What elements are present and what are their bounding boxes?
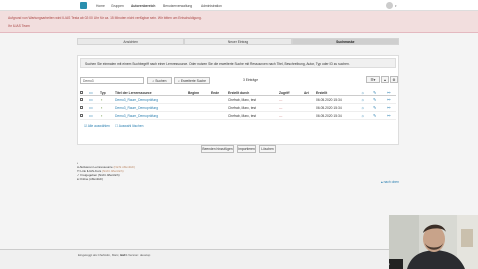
delete-button[interactable]: Löschen bbox=[259, 145, 276, 153]
created-by: Chefrab, Marc, test bbox=[228, 114, 257, 118]
table-row[interactable]: ▭ ▪ Demo3_Raum_Demopräfung Chefrab, Marc… bbox=[80, 104, 396, 112]
created-date: 06.05.2020 15:34 bbox=[316, 98, 342, 102]
select-all-checkbox[interactable] bbox=[80, 91, 83, 94]
footer-login-info: Eingeloggt als ChefAdm, Marc, test bbox=[78, 253, 126, 257]
back-to-top-label: nach oben bbox=[383, 180, 399, 184]
advanced-search-label: Erweiterte Suche bbox=[180, 79, 206, 83]
access: — bbox=[279, 114, 283, 118]
edit-icon[interactable]: ✎ bbox=[373, 105, 376, 110]
column-end[interactable]: Ende bbox=[211, 91, 219, 95]
lightbulb-icon[interactable]: ☼ bbox=[361, 105, 365, 110]
arrow-up-icon: ▴ bbox=[381, 180, 383, 184]
nav-groups[interactable]: Gruppen bbox=[111, 4, 124, 8]
checkbox-empty-icon: ☐ bbox=[115, 124, 118, 128]
legend-text: Online (öffentlich) bbox=[79, 177, 104, 181]
advanced-search-button[interactable]: ⌕ Erweiterte Suche bbox=[174, 77, 210, 84]
bookmark-icon[interactable]: ▭ bbox=[89, 113, 93, 118]
resource-type-icon: ▪ bbox=[101, 113, 103, 118]
link-icon[interactable]: ⚯ bbox=[387, 105, 390, 110]
footer-version: ILIAS Version: develop bbox=[120, 253, 151, 257]
svg-text:⚲: ⚲ bbox=[389, 262, 390, 267]
table-row[interactable]: ▭ ▪ Demo3_Raum_Demopräfung Chefrab, Marc… bbox=[80, 112, 396, 120]
bookmark-icon: ▭ bbox=[89, 90, 93, 95]
created-date: 06.05.2020 15:34 bbox=[316, 106, 342, 110]
add-button[interactable]: Beenden hinzufügen bbox=[201, 145, 234, 153]
created-by: Chefrab, Marc, test bbox=[228, 98, 257, 102]
row-checkbox[interactable] bbox=[80, 98, 83, 101]
search-input[interactable]: Demo3 bbox=[80, 77, 144, 84]
edit-icon[interactable]: ✎ bbox=[373, 97, 376, 102]
column-access[interactable]: Zugriff bbox=[279, 91, 289, 95]
deselect-all-label: Auswahl löschen bbox=[118, 124, 144, 128]
legend-item: ● Online (öffentlich) bbox=[77, 177, 103, 181]
nav-home[interactable]: Home bbox=[96, 4, 105, 8]
row-checkbox[interactable] bbox=[80, 106, 83, 109]
column-created-by[interactable]: Erstellt durch bbox=[228, 91, 249, 95]
presenter-image: ⚲ bbox=[389, 215, 478, 269]
edit-icon[interactable]: ✎ bbox=[373, 113, 376, 118]
gear-icon[interactable]: ⚙ bbox=[390, 76, 398, 83]
table-row[interactable]: ▭ ▪ Demo3_Raum_Demopräfung Chefrab, Marc… bbox=[80, 96, 396, 104]
lightbulb-icon[interactable]: ☼ bbox=[361, 97, 365, 102]
deselect-all-link[interactable]: ☐ Auswahl löschen bbox=[115, 124, 143, 128]
nav-author-area[interactable]: Autorenbereich bbox=[131, 4, 155, 8]
tab-new-entry[interactable]: Neuer Eintrag bbox=[184, 38, 292, 45]
search-icon: ⌕ bbox=[178, 79, 180, 83]
resource-title-link[interactable]: Demo3_Raum_Demopräfung bbox=[115, 106, 158, 110]
access: — bbox=[279, 98, 283, 102]
result-count: 3 Einträge bbox=[243, 78, 259, 82]
search-button[interactable]: ⌕ Suchen bbox=[147, 77, 172, 84]
lightbulb-icon: ☼ bbox=[361, 90, 365, 95]
column-kind[interactable]: Art bbox=[304, 91, 309, 95]
created-date: 06.05.2020 15:34 bbox=[316, 114, 342, 118]
column-type[interactable]: Typ bbox=[100, 91, 106, 95]
edit-icon: ✎ bbox=[373, 90, 377, 95]
back-to-top-link[interactable]: ▴ nach oben bbox=[381, 180, 399, 184]
link-icon[interactable]: ⚯ bbox=[387, 113, 390, 118]
row-checkbox[interactable] bbox=[80, 114, 83, 117]
tab-bar: Ansichten Neuer Eintrag Suchmaske bbox=[77, 38, 399, 45]
maintenance-alert: Aufgrund von Wartungsarbeiten wird ILIAS… bbox=[0, 11, 478, 33]
lightbulb-icon[interactable]: ☼ bbox=[361, 113, 365, 118]
nav-user-management[interactable]: Benutzerverwaltung bbox=[163, 4, 192, 8]
info-text: Suchen Sie einmalen mit einem Suchbegrif… bbox=[85, 62, 350, 66]
resource-title-link[interactable]: Demo3_Raum_Demopräfung bbox=[115, 114, 158, 118]
link-icon[interactable]: ⚯ bbox=[387, 97, 390, 102]
bookmark-icon[interactable]: ▭ bbox=[89, 105, 93, 110]
chevron-down-icon[interactable]: ▾ bbox=[395, 4, 397, 8]
column-start[interactable]: Beginn bbox=[188, 91, 199, 95]
alert-message: Aufgrund von Wartungsarbeiten wird ILIAS… bbox=[8, 16, 202, 20]
legend-icon: ● bbox=[77, 177, 79, 181]
nav-administration[interactable]: Administration bbox=[201, 4, 222, 8]
tab-search-mask[interactable]: Suchmaske bbox=[291, 38, 399, 45]
resource-type-icon: ▪ bbox=[101, 97, 103, 102]
resource-title-link[interactable]: Demo3_Raum_Demopräfung bbox=[115, 98, 158, 102]
avatar[interactable] bbox=[386, 2, 393, 9]
ilias-logo[interactable] bbox=[80, 2, 87, 9]
info-box: Suchen Sie einmalen mit einem Suchbegrif… bbox=[80, 58, 396, 68]
bookmark-icon[interactable]: ▭ bbox=[89, 97, 93, 102]
view-toggle-button[interactable]: ☰▾ bbox=[366, 76, 380, 83]
select-all-label: Alle auswählen bbox=[87, 124, 110, 128]
top-bar: Home Gruppen Autorenbereich Benutzerverw… bbox=[0, 0, 478, 11]
column-created[interactable]: Erstellt bbox=[316, 91, 327, 95]
search-button-label: Suchen bbox=[155, 79, 167, 83]
alert-signature: Ihr ILIAS Team bbox=[8, 24, 30, 28]
column-title[interactable]: Titel der Lernressource bbox=[115, 91, 152, 95]
resource-type-icon: ▪ bbox=[101, 105, 103, 110]
webcam-overlay: ⚲ bbox=[389, 215, 478, 269]
select-all-link[interactable]: ☑ Alle auswählen bbox=[84, 124, 110, 128]
import-button[interactable]: Importieren bbox=[237, 145, 256, 153]
tab-views[interactable]: Ansichten bbox=[77, 38, 185, 45]
checkbox-icon: ☑ bbox=[84, 124, 87, 128]
link-icon: ⚯ bbox=[387, 90, 391, 95]
created-by: Chefrab, Marc, test bbox=[228, 106, 257, 110]
filter-button[interactable]: ▴ bbox=[381, 76, 389, 83]
access: — bbox=[279, 106, 283, 110]
